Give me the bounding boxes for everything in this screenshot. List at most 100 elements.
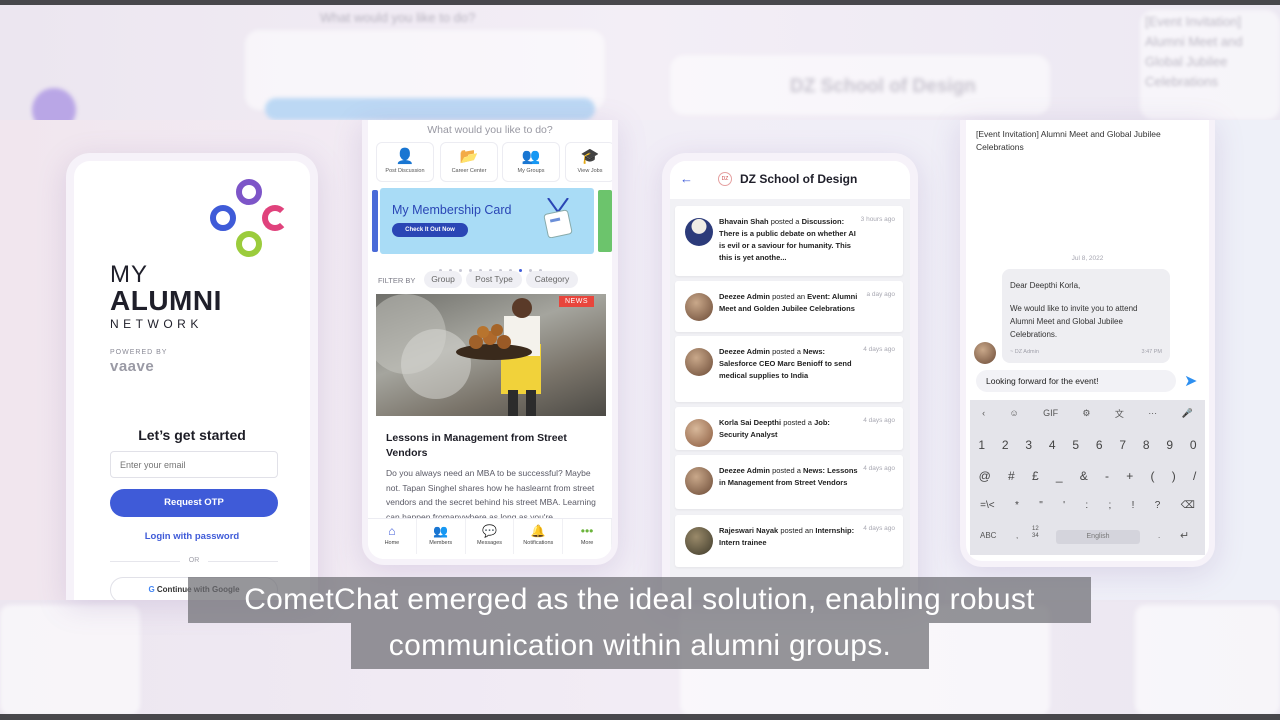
action-career-center[interactable]: 📂 Career Center	[440, 142, 498, 182]
group-feed-screen: ← DZ DZ School of Design Bhavain Shah po…	[662, 153, 918, 600]
backspace-icon[interactable]: ⌫	[1181, 500, 1195, 511]
message-sender: ~ DZ Admin	[1010, 349, 1039, 355]
gif-icon[interactable]: GIF	[1043, 408, 1058, 418]
key[interactable]: 9	[1166, 438, 1173, 452]
gear-icon[interactable]: ⚙	[1082, 408, 1090, 419]
key[interactable]: 0	[1190, 438, 1197, 452]
list-item[interactable]: Rajeswari Nayak posted an Internship: In…	[675, 515, 903, 567]
key[interactable]: 4	[1049, 438, 1056, 452]
caption-line-1: CometChat emerged as the ideal solution,…	[188, 577, 1091, 623]
action-label: View Jobs	[577, 168, 603, 174]
action-post-discussion[interactable]: 👤 Post Discussion	[376, 142, 434, 182]
key[interactable]: &	[1080, 469, 1088, 483]
groups-icon: 👥	[521, 148, 541, 165]
keyboard-back-icon[interactable]: ‹	[982, 408, 985, 418]
key[interactable]: *	[1015, 500, 1019, 511]
key-abc[interactable]: ABC	[980, 531, 996, 540]
action-my-groups[interactable]: 👥 My Groups	[502, 142, 560, 182]
key[interactable]: _	[1056, 469, 1063, 483]
nav-notifications[interactable]: 🔔 Notifications	[514, 519, 564, 554]
keyboard-toolbar: ‹ ☺ GIF ⚙ 文 ··· 🎤	[970, 400, 1205, 426]
nav-home[interactable]: ⌂ Home	[368, 519, 417, 554]
key[interactable]: 7	[1119, 438, 1126, 452]
key[interactable]: =\<	[980, 500, 994, 511]
action-label: Career Center	[451, 168, 487, 174]
email-field[interactable]	[110, 451, 278, 478]
key[interactable]: ;	[1109, 500, 1112, 511]
discussion-icon: 👤	[395, 148, 415, 165]
translate-icon[interactable]: 文	[1115, 407, 1124, 420]
request-otp-button[interactable]: Request OTP	[110, 489, 278, 517]
date-separator: Jul 8, 2022	[1071, 255, 1104, 262]
article-title[interactable]: Lessons in Management from Street Vendor…	[386, 431, 586, 461]
list-item[interactable]: Deezee Admin posted a News: Lessons in M…	[675, 455, 903, 509]
more-icon: •••	[580, 524, 594, 538]
enter-icon[interactable]: ↵	[1180, 529, 1189, 542]
message-time: 3:47 PM	[1141, 349, 1162, 355]
key[interactable]: 2	[1002, 438, 1009, 452]
list-item[interactable]: Deezee Admin posted a News: Salesforce C…	[675, 336, 903, 402]
key[interactable]: -	[1105, 469, 1109, 483]
key[interactable]: /	[1193, 469, 1196, 483]
key[interactable]: "	[1039, 500, 1043, 511]
members-icon: 👥	[433, 524, 449, 538]
key[interactable]: ?	[1155, 500, 1161, 511]
filter-category[interactable]: Category	[526, 271, 578, 288]
key[interactable]: £	[1032, 469, 1039, 483]
key[interactable]: 6	[1096, 438, 1103, 452]
list-item[interactable]: Deezee Admin posted an Event: Alumni Mee…	[675, 281, 903, 332]
powered-by-label: POWERED BY	[110, 349, 168, 356]
message-input[interactable]: Looking forward for the event!	[976, 370, 1176, 392]
space-key[interactable]: English	[1056, 530, 1140, 544]
key[interactable]: :	[1085, 500, 1088, 511]
send-icon[interactable]: ➤	[1184, 371, 1197, 391]
carousel-prev-card[interactable]	[372, 190, 378, 252]
key[interactable]: (	[1151, 469, 1155, 483]
background-invite: [Event Invitation] Alumni Meet and Globa…	[1145, 14, 1243, 89]
message-bubble: Dear Deepthi Korla, We would like to inv…	[1002, 269, 1170, 363]
check-it-out-button[interactable]: Check It Out Now	[392, 223, 468, 237]
post-action: posted a	[772, 466, 801, 475]
login-password-link[interactable]: Login with password	[74, 531, 310, 542]
key[interactable]: 1	[978, 438, 985, 452]
post-time: 4 days ago	[863, 465, 895, 472]
nav-messages[interactable]: 💬 Messages	[466, 519, 515, 554]
key-dot[interactable]: .	[1158, 531, 1160, 540]
nav-label: Home	[384, 540, 400, 546]
article-image[interactable]: NEWS	[376, 294, 606, 416]
list-item[interactable]: Bhavain Shah posted a Discussion: There …	[675, 206, 903, 276]
nav-more[interactable]: ••• More	[563, 519, 612, 554]
key[interactable]: +	[1126, 469, 1133, 483]
nav-label: Messages	[476, 540, 503, 546]
logo-text-alumni: ALUMNI	[110, 285, 222, 316]
logo-text-network: NETWORK	[110, 317, 203, 331]
key[interactable]: 5	[1072, 438, 1079, 452]
key[interactable]: @	[979, 469, 991, 483]
key-1234[interactable]: 12 34	[1032, 526, 1039, 540]
nav-members[interactable]: 👥 Members	[417, 519, 466, 554]
action-view-jobs[interactable]: 🎓 View Jobs	[565, 142, 612, 182]
back-arrow-icon[interactable]: ←	[680, 171, 693, 186]
key[interactable]: !	[1132, 500, 1135, 511]
invite-subject: [Event Invitation] Alumni Meet and Globa…	[976, 129, 1161, 152]
key[interactable]: #	[1008, 469, 1015, 483]
key-comma[interactable]: ,	[1016, 531, 1018, 540]
mic-icon[interactable]: 🎤	[1182, 408, 1193, 419]
key[interactable]: )	[1172, 469, 1176, 483]
filter-post-type[interactable]: Post Type	[466, 271, 522, 288]
key[interactable]: 8	[1143, 438, 1150, 452]
background-top: What would you like to do? DZ School of …	[0, 0, 1280, 120]
sticker-icon[interactable]: ☺	[1010, 408, 1019, 418]
carousel-next-card[interactable]	[598, 190, 612, 252]
nav-label: Members	[429, 540, 453, 546]
list-item[interactable]: Korla Sai Deepthi posted a Job: Security…	[675, 407, 903, 450]
key[interactable]: 3	[1025, 438, 1032, 452]
login-screen: MY ALUMNI NETWORK POWERED BY vaave Let’s…	[66, 153, 318, 600]
post-action: posted a	[770, 217, 800, 226]
filter-group[interactable]: Group	[424, 271, 462, 288]
key[interactable]: '	[1063, 500, 1065, 511]
post-author: Rajeswari Nayak	[719, 526, 779, 535]
post-action: posted an	[780, 526, 814, 535]
background-question: What would you like to do?	[320, 10, 476, 25]
more-icon[interactable]: ···	[1148, 408, 1157, 418]
